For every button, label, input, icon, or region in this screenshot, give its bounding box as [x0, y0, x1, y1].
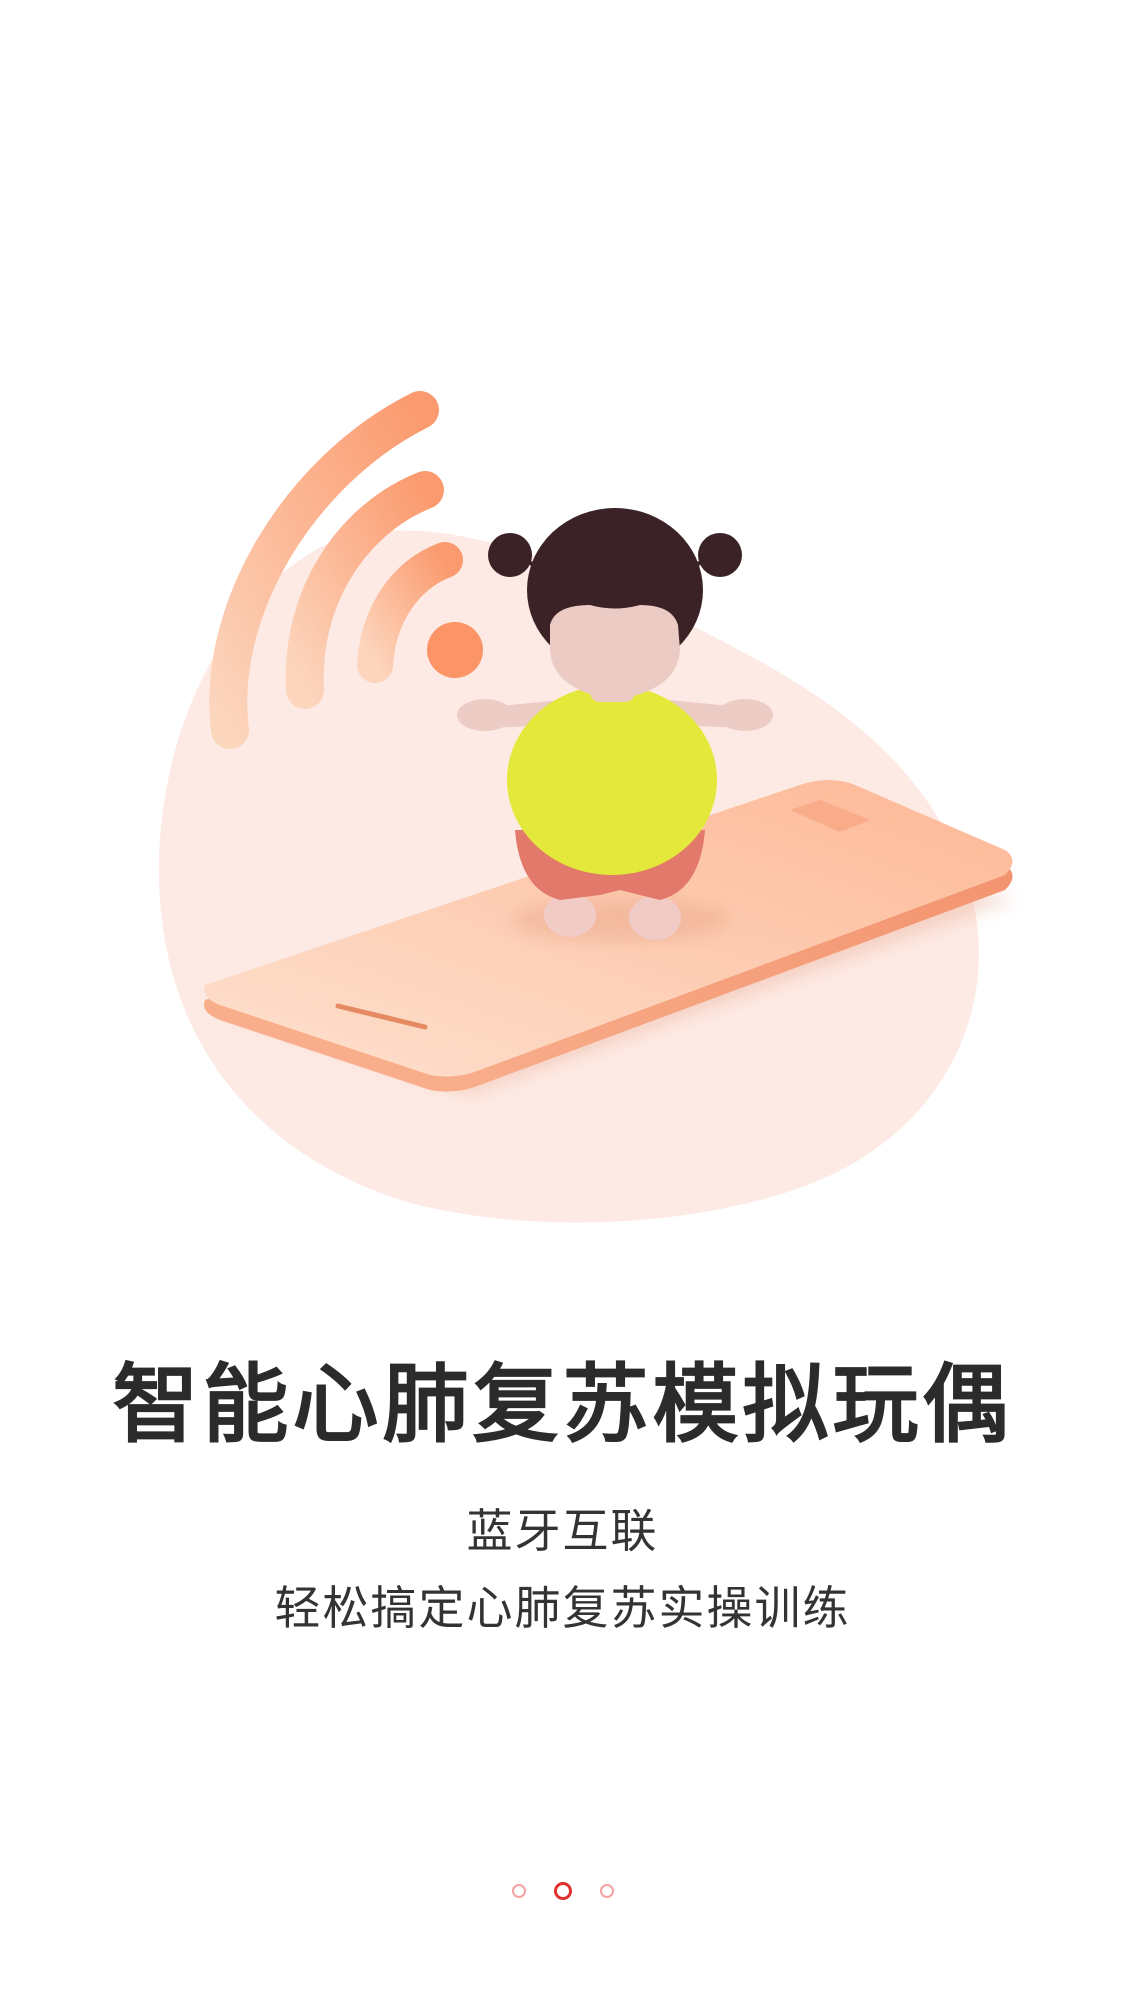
signal-dot: [427, 622, 483, 678]
onboarding-illustration: [158, 391, 1015, 1223]
page-dot-2-active[interactable]: [553, 1882, 572, 1900]
subtitle-line-2: 轻松搞定心肺复苏实操训练: [274, 1581, 851, 1635]
page-indicator: [0, 1882, 1125, 1900]
page-dot-1[interactable]: [511, 1884, 526, 1898]
page-dot-3[interactable]: [599, 1884, 614, 1898]
page-title: 智能心肺复苏模拟玩偶: [112, 1355, 1013, 1455]
subtitle-line-1: 蓝牙互联: [466, 1504, 659, 1558]
